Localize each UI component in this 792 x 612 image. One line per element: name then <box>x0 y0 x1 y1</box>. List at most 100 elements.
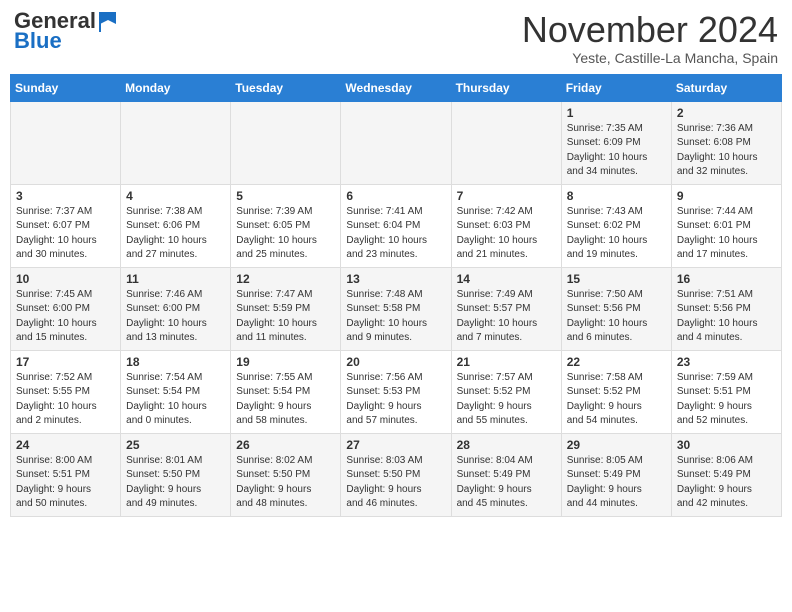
day-info: Sunrise: 7:58 AM Sunset: 5:52 PM Dayligh… <box>567 371 666 429</box>
calendar-cell <box>451 101 561 184</box>
day-info: Sunrise: 7:44 AM Sunset: 6:01 PM Dayligh… <box>677 205 776 263</box>
day-info: Sunrise: 7:47 AM Sunset: 5:59 PM Dayligh… <box>236 288 335 346</box>
month-title: November 2024 <box>522 10 778 50</box>
day-number: 20 <box>346 355 445 369</box>
day-number: 15 <box>567 272 666 286</box>
week-row-3: 10Sunrise: 7:45 AM Sunset: 6:00 PM Dayli… <box>11 267 782 350</box>
logo-blue-text: Blue <box>14 28 62 54</box>
logo: General Blue <box>14 10 118 54</box>
week-row-2: 3Sunrise: 7:37 AM Sunset: 6:07 PM Daylig… <box>11 184 782 267</box>
calendar-cell: 23 Sunrise: 7:59 AM Sunset: 5:51 PM Dayli… <box>671 350 781 433</box>
calendar-cell: 30 Sunrise: 8:06 AM Sunset: 5:49 PM Dayli… <box>671 433 781 516</box>
day-number: 9 <box>677 189 776 203</box>
calendar-cell: 6 Sunrise: 7:41 AM Sunset: 6:04 PM Daylig… <box>341 184 451 267</box>
calendar-cell: 4 Sunrise: 7:38 AM Sunset: 6:06 PM Daylig… <box>121 184 231 267</box>
day-number: 26 <box>236 438 335 452</box>
day-number: 7 <box>457 189 556 203</box>
day-number: 22 <box>567 355 666 369</box>
day-number: 30 <box>677 438 776 452</box>
day-number: 16 <box>677 272 776 286</box>
week-row-1: 1 Sunrise: 7:35 AM Sunset: 6:09 PM Daylig… <box>11 101 782 184</box>
day-number: 21 <box>457 355 556 369</box>
day-info: Sunrise: 7:56 AM Sunset: 5:53 PM Dayligh… <box>346 371 445 429</box>
day-info: Sunrise: 8:01 AM Sunset: 5:50 PM Dayligh… <box>126 454 225 512</box>
day-info: Sunrise: 7:59 AM Sunset: 5:51 PM Dayligh… <box>677 371 776 429</box>
calendar-cell: 3Sunrise: 7:37 AM Sunset: 6:07 PM Daylig… <box>11 184 121 267</box>
weekday-header-sunday: Sunday <box>11 74 121 101</box>
weekday-header-wednesday: Wednesday <box>341 74 451 101</box>
day-info: Sunrise: 8:02 AM Sunset: 5:50 PM Dayligh… <box>236 454 335 512</box>
calendar-cell: 21 Sunrise: 7:57 AM Sunset: 5:52 PM Dayli… <box>451 350 561 433</box>
calendar-cell: 10Sunrise: 7:45 AM Sunset: 6:00 PM Dayli… <box>11 267 121 350</box>
day-number: 5 <box>236 189 335 203</box>
day-info: Sunrise: 8:00 AM Sunset: 5:51 PM Dayligh… <box>16 454 115 512</box>
day-number: 25 <box>126 438 225 452</box>
day-number: 19 <box>236 355 335 369</box>
page-header: General Blue November 2024 Yeste, Castil… <box>10 10 782 66</box>
day-info: Sunrise: 7:36 AM Sunset: 6:08 PM Dayligh… <box>677 122 776 180</box>
day-number: 29 <box>567 438 666 452</box>
calendar-cell: 14Sunrise: 7:49 AM Sunset: 5:57 PM Dayli… <box>451 267 561 350</box>
calendar-cell: 16 Sunrise: 7:51 AM Sunset: 5:56 PM Dayli… <box>671 267 781 350</box>
day-info: Sunrise: 7:38 AM Sunset: 6:06 PM Dayligh… <box>126 205 225 263</box>
calendar-cell <box>341 101 451 184</box>
calendar-cell: 27Sunrise: 8:03 AM Sunset: 5:50 PM Dayli… <box>341 433 451 516</box>
day-number: 17 <box>16 355 115 369</box>
calendar-cell: 12Sunrise: 7:47 AM Sunset: 5:59 PM Dayli… <box>231 267 341 350</box>
day-info: Sunrise: 7:45 AM Sunset: 6:00 PM Dayligh… <box>16 288 115 346</box>
calendar-cell: 19Sunrise: 7:55 AM Sunset: 5:54 PM Dayli… <box>231 350 341 433</box>
day-info: Sunrise: 8:04 AM Sunset: 5:49 PM Dayligh… <box>457 454 556 512</box>
calendar-body: 1 Sunrise: 7:35 AM Sunset: 6:09 PM Daylig… <box>11 101 782 516</box>
calendar-cell: 24 Sunrise: 8:00 AM Sunset: 5:51 PM Dayli… <box>11 433 121 516</box>
calendar-cell: 7 Sunrise: 7:42 AM Sunset: 6:03 PM Daylig… <box>451 184 561 267</box>
day-number: 11 <box>126 272 225 286</box>
weekday-header-row: SundayMondayTuesdayWednesdayThursdayFrid… <box>11 74 782 101</box>
day-info: Sunrise: 7:57 AM Sunset: 5:52 PM Dayligh… <box>457 371 556 429</box>
day-info: Sunrise: 7:43 AM Sunset: 6:02 PM Dayligh… <box>567 205 666 263</box>
logo-flag-icon <box>98 10 118 32</box>
day-info: Sunrise: 7:51 AM Sunset: 5:56 PM Dayligh… <box>677 288 776 346</box>
day-info: Sunrise: 7:52 AM Sunset: 5:55 PM Dayligh… <box>16 371 115 429</box>
calendar-cell: 13Sunrise: 7:48 AM Sunset: 5:58 PM Dayli… <box>341 267 451 350</box>
day-number: 2 <box>677 106 776 120</box>
calendar-cell: 11Sunrise: 7:46 AM Sunset: 6:00 PM Dayli… <box>121 267 231 350</box>
day-info: Sunrise: 7:42 AM Sunset: 6:03 PM Dayligh… <box>457 205 556 263</box>
calendar-cell: 25 Sunrise: 8:01 AM Sunset: 5:50 PM Dayli… <box>121 433 231 516</box>
weekday-header-friday: Friday <box>561 74 671 101</box>
weekday-header-thursday: Thursday <box>451 74 561 101</box>
day-info: Sunrise: 8:03 AM Sunset: 5:50 PM Dayligh… <box>346 454 445 512</box>
weekday-header-monday: Monday <box>121 74 231 101</box>
calendar-cell: 8 Sunrise: 7:43 AM Sunset: 6:02 PM Daylig… <box>561 184 671 267</box>
week-row-5: 24 Sunrise: 8:00 AM Sunset: 5:51 PM Dayli… <box>11 433 782 516</box>
day-number: 13 <box>346 272 445 286</box>
day-number: 1 <box>567 106 666 120</box>
calendar-cell: 20 Sunrise: 7:56 AM Sunset: 5:53 PM Dayli… <box>341 350 451 433</box>
day-number: 4 <box>126 189 225 203</box>
calendar-title-area: November 2024 Yeste, Castille-La Mancha,… <box>522 10 778 66</box>
day-number: 3 <box>16 189 115 203</box>
calendar-cell: 28Sunrise: 8:04 AM Sunset: 5:49 PM Dayli… <box>451 433 561 516</box>
day-info: Sunrise: 7:41 AM Sunset: 6:04 PM Dayligh… <box>346 205 445 263</box>
day-info: Sunrise: 7:54 AM Sunset: 5:54 PM Dayligh… <box>126 371 225 429</box>
calendar-cell: 17 Sunrise: 7:52 AM Sunset: 5:55 PM Dayli… <box>11 350 121 433</box>
day-number: 8 <box>567 189 666 203</box>
day-info: Sunrise: 8:05 AM Sunset: 5:49 PM Dayligh… <box>567 454 666 512</box>
calendar-cell: 2 Sunrise: 7:36 AM Sunset: 6:08 PM Daylig… <box>671 101 781 184</box>
week-row-4: 17 Sunrise: 7:52 AM Sunset: 5:55 PM Dayli… <box>11 350 782 433</box>
day-number: 14 <box>457 272 556 286</box>
calendar-cell: 26 Sunrise: 8:02 AM Sunset: 5:50 PM Dayli… <box>231 433 341 516</box>
calendar-table: SundayMondayTuesdayWednesdayThursdayFrid… <box>10 74 782 517</box>
location-subtitle: Yeste, Castille-La Mancha, Spain <box>522 50 778 66</box>
calendar-cell: 1 Sunrise: 7:35 AM Sunset: 6:09 PM Daylig… <box>561 101 671 184</box>
day-info: Sunrise: 8:06 AM Sunset: 5:49 PM Dayligh… <box>677 454 776 512</box>
calendar-cell: 18Sunrise: 7:54 AM Sunset: 5:54 PM Dayli… <box>121 350 231 433</box>
day-info: Sunrise: 7:50 AM Sunset: 5:56 PM Dayligh… <box>567 288 666 346</box>
day-number: 23 <box>677 355 776 369</box>
calendar-cell <box>121 101 231 184</box>
calendar-cell: 22 Sunrise: 7:58 AM Sunset: 5:52 PM Dayli… <box>561 350 671 433</box>
day-number: 6 <box>346 189 445 203</box>
day-info: Sunrise: 7:35 AM Sunset: 6:09 PM Dayligh… <box>567 122 666 180</box>
day-number: 24 <box>16 438 115 452</box>
weekday-header-saturday: Saturday <box>671 74 781 101</box>
day-info: Sunrise: 7:39 AM Sunset: 6:05 PM Dayligh… <box>236 205 335 263</box>
